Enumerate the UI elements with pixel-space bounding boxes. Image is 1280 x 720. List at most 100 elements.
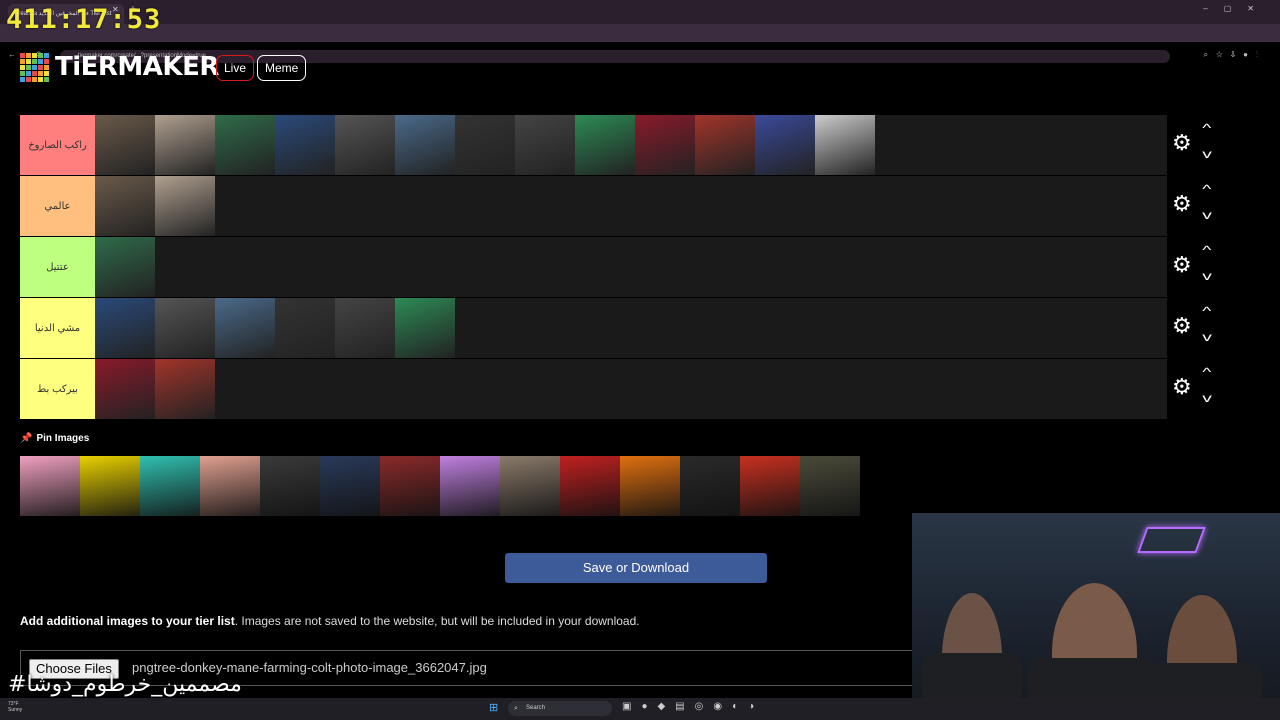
tier-image[interactable] (95, 298, 155, 358)
tier-image[interactable] (275, 115, 335, 175)
chevron-down-icon[interactable]: v (1202, 147, 1212, 161)
tier-image[interactable] (635, 115, 695, 175)
tier-row: مشي الدنيا (20, 298, 1167, 359)
tier-control-group: ⚙ ^ v (1172, 176, 1222, 236)
tier-image[interactable] (455, 115, 515, 175)
tier-label[interactable]: راكب الصاروخ (20, 115, 95, 175)
chevron-up-icon[interactable]: ^ (1202, 304, 1211, 318)
pool-image[interactable] (80, 456, 140, 516)
tier-row: راكب الصاروخ (20, 115, 1167, 176)
tier-list: راكب الصاروخ عالمي عتتيل مشي الدنيا بيركب بط (20, 115, 1167, 420)
add-images-rest: . Images are not saved to the website, b… (234, 614, 640, 628)
chevron-up-icon[interactable]: ^ (1202, 365, 1211, 379)
save-download-button[interactable]: Save or Download (505, 553, 767, 583)
tiermaker-logo[interactable]: TiERMAKER (20, 52, 219, 82)
tier-control-group: ⚙ ^ v (1172, 359, 1222, 419)
chevron-up-icon[interactable]: ^ (1202, 182, 1211, 196)
tier-row: عتتيل (20, 237, 1167, 298)
pool-image[interactable] (200, 456, 260, 516)
chevron-up-icon[interactable]: ^ (1202, 121, 1211, 135)
tier-image[interactable] (515, 115, 575, 175)
tier-items (95, 359, 1167, 419)
gear-icon[interactable]: ⚙ (1172, 376, 1192, 398)
toolbar-icons[interactable]: ⌕☆⇩●⋮ (1204, 50, 1266, 60)
gear-icon[interactable]: ⚙ (1172, 132, 1192, 154)
tier-image[interactable] (335, 298, 395, 358)
weather-widget[interactable]: 73°F Sunny (8, 701, 22, 713)
pool-image[interactable] (440, 456, 500, 516)
logo-grid-icon (20, 52, 49, 82)
tier-image[interactable] (155, 298, 215, 358)
gear-icon[interactable]: ⚙ (1172, 315, 1192, 337)
tier-label[interactable]: عتتيل (20, 237, 95, 297)
tier-image[interactable] (755, 115, 815, 175)
pool-image[interactable] (740, 456, 800, 516)
tier-image[interactable] (395, 298, 455, 358)
tier-image[interactable] (95, 176, 155, 236)
pool-image[interactable] (500, 456, 560, 516)
overlay-hashtag: #مصممين_خرطوم_دوشا (8, 672, 242, 697)
tier-label[interactable]: بيركب بط (20, 359, 95, 419)
pool-image[interactable] (380, 456, 440, 516)
tier-image[interactable] (575, 115, 635, 175)
tier-row: عالمي (20, 176, 1167, 237)
tier-image[interactable] (215, 298, 275, 358)
tier-control-group: ⚙ ^ v (1172, 237, 1222, 297)
search-icon: ⌕ (514, 705, 518, 712)
add-images-bold: Add additional images to your tier list (20, 614, 235, 628)
taskbar-search[interactable]: ⌕ Search (508, 701, 612, 716)
tier-image[interactable] (155, 359, 215, 419)
tier-control-group: ⚙ ^ v (1172, 115, 1222, 175)
pin-label: Pin Images (36, 433, 90, 444)
address-bar-row: ←→⟳ tiermaker.com/create/...?presentatio… (0, 24, 1280, 63)
tier-image[interactable] (95, 237, 155, 297)
tier-image[interactable] (335, 115, 395, 175)
pool-image[interactable] (560, 456, 620, 516)
chevron-down-icon[interactable]: v (1202, 330, 1212, 344)
logo-text: TiERMAKER (55, 52, 219, 82)
tier-image[interactable] (155, 115, 215, 175)
pool-image[interactable] (620, 456, 680, 516)
tier-items (95, 115, 1167, 175)
neon-light (1137, 527, 1206, 553)
tier-items (95, 237, 1167, 297)
tier-label[interactable]: عالمي (20, 176, 95, 236)
tier-control-group: ⚙ ^ v (1172, 298, 1222, 358)
pool-image[interactable] (320, 456, 380, 516)
windows-start-icon[interactable]: ⊞ (489, 701, 498, 714)
gear-icon[interactable]: ⚙ (1172, 254, 1192, 276)
tier-image[interactable] (275, 298, 335, 358)
tier-image[interactable] (155, 176, 215, 236)
taskbar-app-icons[interactable]: ▣●◆▤◎◉◐◑ (622, 701, 764, 712)
window-controls[interactable]: –▢✕ (1203, 4, 1270, 13)
tier-image[interactable] (695, 115, 755, 175)
pin-images-toggle[interactable]: 📌 Pin Images (20, 433, 89, 444)
weather-text: Sunny (8, 707, 23, 713)
pool-image[interactable] (140, 456, 200, 516)
browser-tab-strip: Create a فيه المخرفين الجديد Tier List ✕… (0, 0, 1280, 24)
pool-image[interactable] (20, 456, 80, 516)
tier-items (95, 298, 1167, 358)
chevron-down-icon[interactable]: v (1202, 208, 1212, 222)
tier-label[interactable]: مشي الدنيا (20, 298, 95, 358)
gear-icon[interactable]: ⚙ (1172, 193, 1192, 215)
search-label: Search (526, 705, 546, 711)
tier-image[interactable] (215, 115, 275, 175)
stream-timer: 411:17:53 (6, 4, 162, 35)
pool-image[interactable] (680, 456, 740, 516)
tier-image[interactable] (395, 115, 455, 175)
webcam-overlay (912, 513, 1280, 720)
tier-row: بيركب بط (20, 359, 1167, 420)
tier-image[interactable] (95, 359, 155, 419)
tier-image[interactable] (815, 115, 875, 175)
chevron-up-icon[interactable]: ^ (1202, 243, 1211, 257)
pin-icon: 📌 (20, 433, 33, 444)
live-button[interactable]: Live (216, 55, 255, 81)
tier-image[interactable] (95, 115, 155, 175)
chevron-down-icon[interactable]: v (1202, 269, 1212, 283)
pool-image[interactable] (260, 456, 320, 516)
meme-button[interactable]: Meme (257, 55, 307, 81)
chevron-down-icon[interactable]: v (1202, 391, 1212, 405)
pool-image[interactable] (800, 456, 860, 516)
tier-items (95, 176, 1167, 236)
